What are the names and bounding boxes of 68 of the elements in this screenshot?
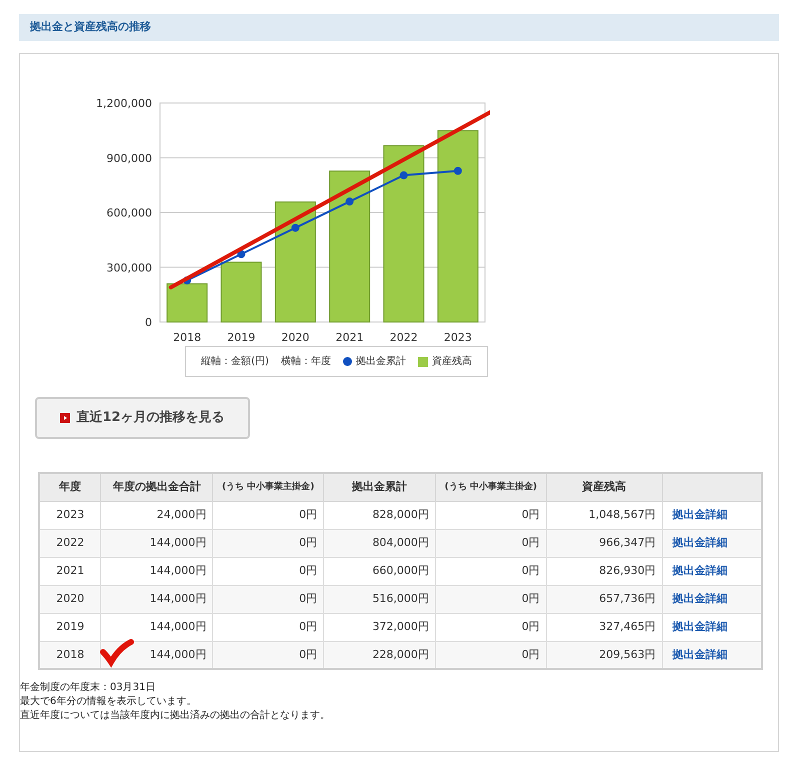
table-cell: 0円 [299,648,318,660]
legend-label: 資産残高 [432,354,472,369]
table-cell: 0円 [522,536,540,549]
table-cell: 826,930円 [599,564,656,577]
table-cell: 660,000円 [372,564,429,577]
table-cell: 0円 [522,564,540,577]
y-tick-label: 600,000 [106,206,152,220]
table-cell: 0円 [299,508,318,521]
table-cell: 0円 [522,508,540,521]
table-cell: 2018 [56,648,84,660]
table-cell: 0円 [299,564,318,577]
column-header: (うち 中小事業主掛金) [212,473,324,501]
table-cell: 516,000円 [372,592,429,605]
column-header: 資産残高 [546,473,662,501]
table-cell: 828,000円 [372,508,429,521]
table-cell: 0円 [299,620,318,633]
table-cell: 0円 [522,620,540,633]
legend-label: 横軸：年度 [280,354,331,369]
x-tick-label: 2023 [444,331,472,342]
table-cell: 1,048,567円 [588,508,656,521]
table-cell: 0円 [522,592,540,605]
table-cell: 144,000円 [150,536,206,549]
x-tick-label: 2019 [227,331,256,342]
recent-months-button[interactable]: 直近12ヶ月の推移を見る [35,397,250,439]
section-title: 拠出金と資産残高の推移 [30,19,151,36]
table-cell: 144,000円 [150,592,206,605]
y-tick-label: 900,000 [106,152,152,165]
table-cell: 657,736円 [599,592,656,605]
table-cell: 966,347円 [599,536,656,549]
column-header: 年度の拠出金合計 [100,473,213,501]
table-cell: 0円 [299,592,318,605]
table-cell: 2019 [56,620,84,633]
legend-label: 拠出金累計 [356,354,406,369]
data-point [346,198,354,206]
y-tick-label: 1,200,000 [96,97,152,110]
table-cell: 2023 [56,508,84,521]
table-cell: 327,465円 [599,620,656,633]
note-text: 最大で6年分の情報を表示しています。 [20,695,198,709]
play-icon [60,413,70,423]
data-point [291,224,300,232]
x-tick-label: 2021 [336,331,364,342]
table-cell: 2020 [56,592,84,605]
table-cell: 144,000円 [150,620,206,633]
y-tick-label: 0 [145,316,152,329]
table-cell: 804,000円 [372,536,429,549]
note-text: 直近年度については当該年度内に拠出済みの拠出の合計となります。 [20,709,331,723]
table-cell: 144,000円 [150,564,206,577]
table-cell: 2021 [56,564,84,577]
x-tick-label: 2020 [281,331,310,342]
table-cell: 228,000円 [372,648,429,660]
legend-label: 縦軸：金額(円) [201,354,269,369]
data-point [237,250,246,258]
table-cell: 0円 [299,536,318,549]
column-header: (うち 中小事業主掛金) [435,473,546,501]
column-header: 拠出金累計 [324,473,436,501]
x-tick-label: 2022 [390,331,418,342]
data-point [454,166,462,175]
note-text: 年金制度の年度末：03月31日 [20,681,156,695]
column-header: 年度 [39,473,101,501]
table-cell: 0円 [522,648,540,660]
y-tick-label: 300,000 [106,261,152,274]
x-tick-label: 2018 [173,331,202,342]
table-cell: 2022 [56,536,84,549]
table-cell: 144,000円 [150,648,206,660]
table-cell: 24,000円 [156,508,206,521]
table-cell: 372,000円 [372,620,429,633]
data-point [400,171,408,180]
table-cell: 209,563円 [599,648,656,660]
